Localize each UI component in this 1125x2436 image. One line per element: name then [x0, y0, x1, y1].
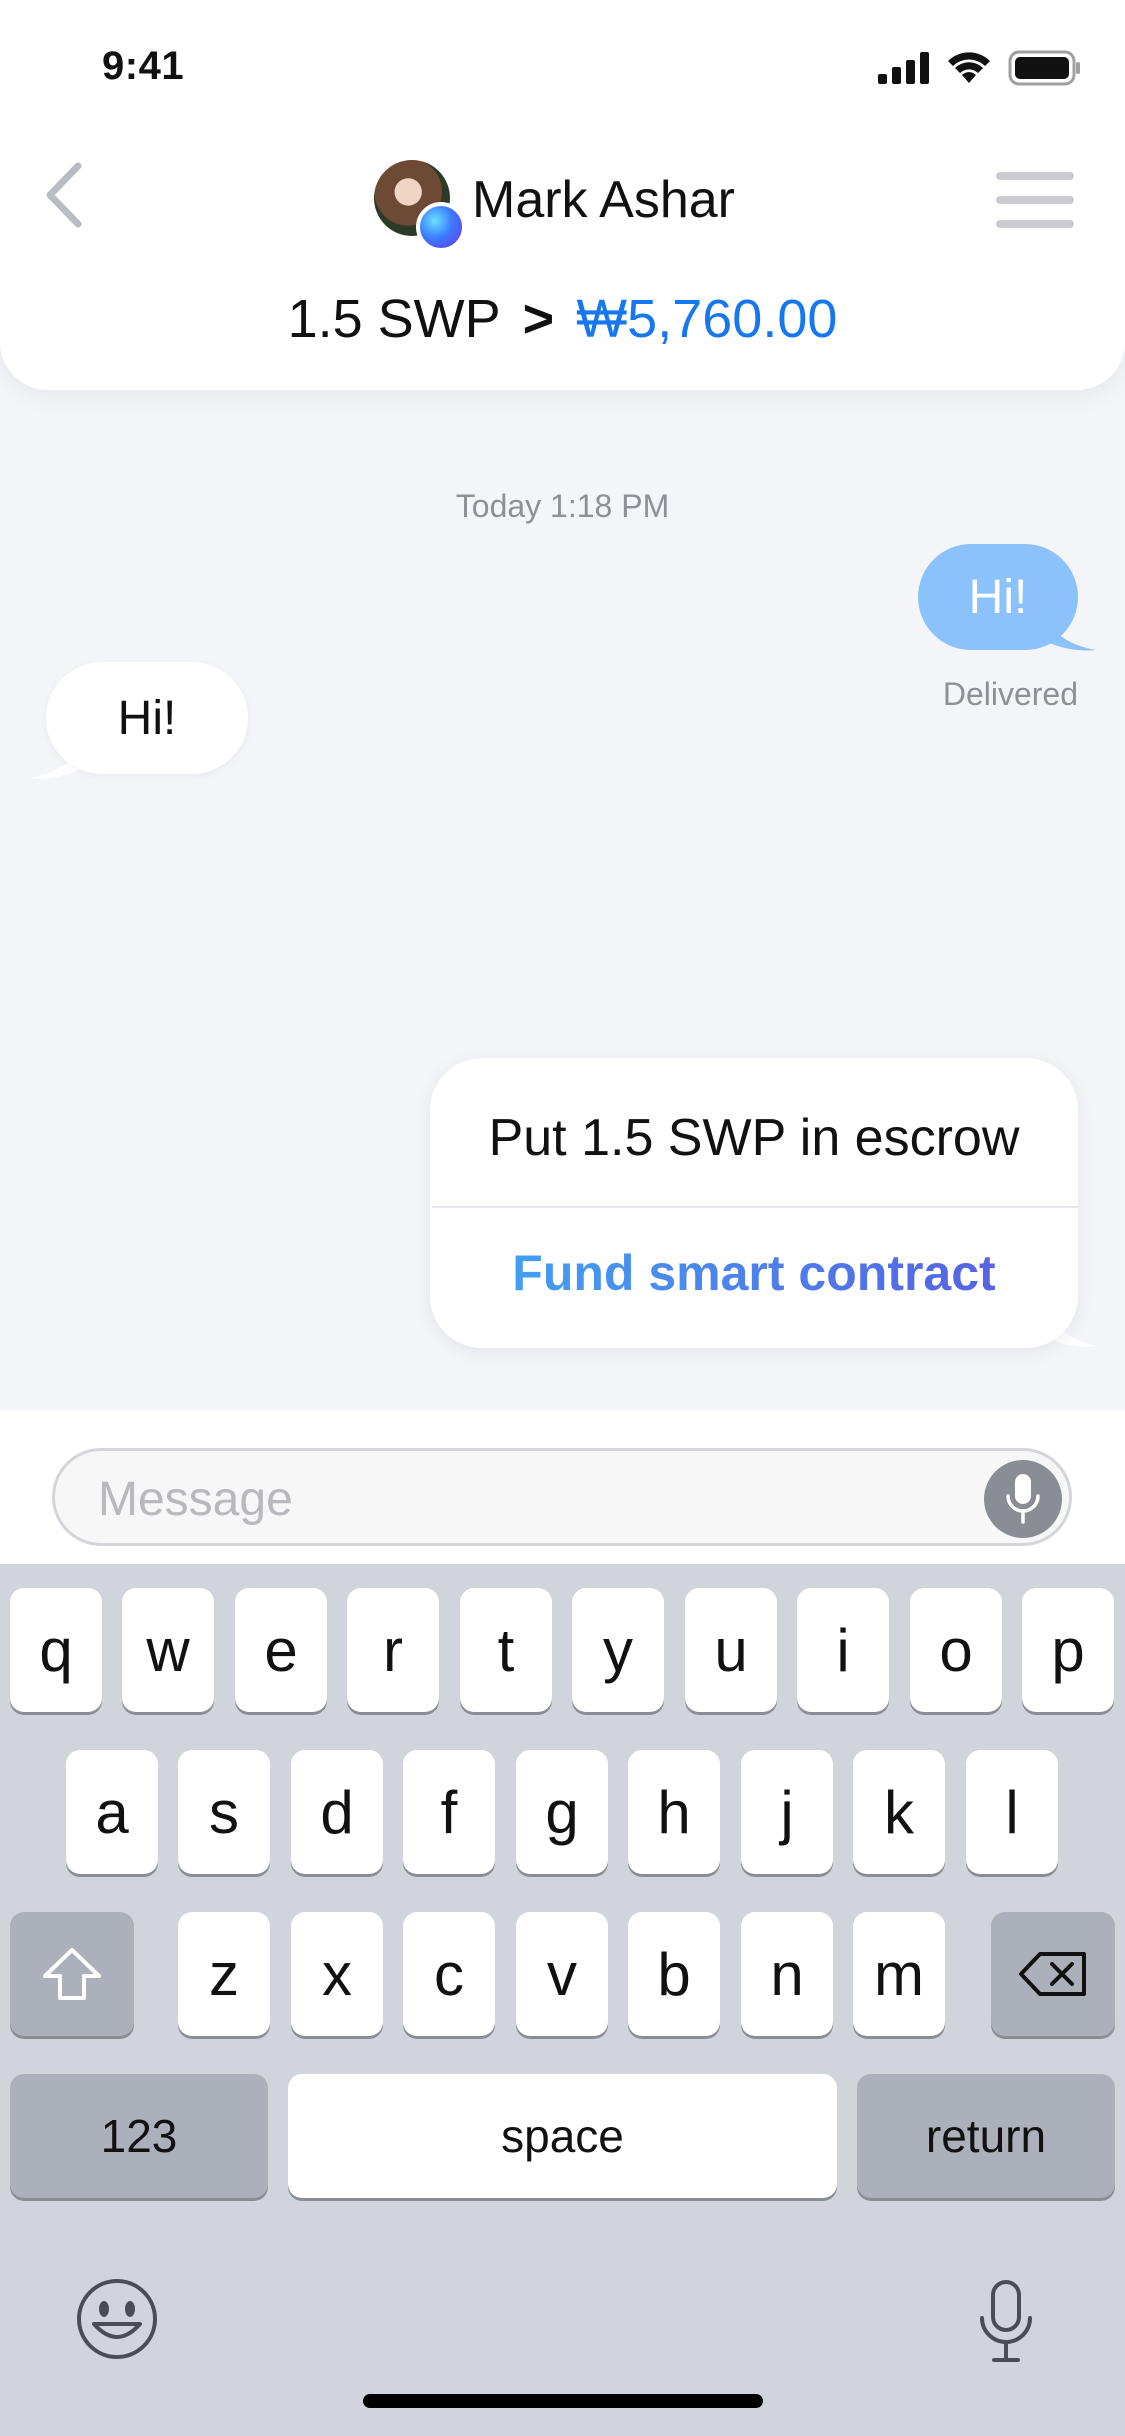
key-c[interactable]: c [403, 1912, 495, 2036]
key-m[interactable]: m [853, 1912, 945, 2036]
wifi-icon [948, 52, 990, 83]
status-time: 9:41 [102, 44, 185, 88]
backspace-icon [1019, 1952, 1086, 1996]
numbers-key[interactable]: 123 [10, 2074, 268, 2198]
return-key[interactable]: return [857, 2074, 1115, 2198]
rate-amount: 1.5 SWP [287, 289, 501, 349]
message-timestamp: Today 1:18 PM [455, 488, 670, 524]
exchange-rate: 1.5 SWP > ₩5,760.00 [0, 288, 1125, 350]
key-x[interactable]: x [291, 1912, 383, 2036]
menu-button[interactable] [996, 172, 1074, 228]
key-w[interactable]: w [122, 1588, 214, 1712]
contact-name[interactable]: Mark Ashar [472, 170, 735, 230]
status-icons [878, 48, 1082, 88]
key-k[interactable]: k [853, 1750, 945, 1874]
key-y[interactable]: y [572, 1588, 664, 1712]
escrow-card-title: Put 1.5 SWP in escrow [488, 1109, 1020, 1167]
delete-key[interactable] [991, 1912, 1115, 2036]
key-e[interactable]: e [235, 1588, 327, 1712]
key-i[interactable]: i [797, 1588, 889, 1712]
incoming-message[interactable]: Hi! [46, 662, 248, 774]
key-f[interactable]: f [403, 1750, 495, 1874]
back-button[interactable] [40, 160, 90, 230]
rate-separator: > [522, 289, 555, 349]
delivery-status: Delivered [942, 676, 1078, 712]
battery-icon [1008, 50, 1080, 86]
signal-icon [878, 52, 929, 84]
keyboard-dictation-button[interactable] [976, 2278, 1036, 2368]
shift-key[interactable] [10, 1912, 134, 2036]
microphone-icon [1006, 1474, 1040, 1524]
key-o[interactable]: o [910, 1588, 1002, 1712]
key-z[interactable]: z [178, 1912, 270, 2036]
shift-icon [43, 1948, 101, 2000]
microphone-icon [980, 2280, 1032, 2362]
key-g[interactable]: g [516, 1750, 608, 1874]
key-q[interactable]: q [10, 1588, 102, 1712]
keyboard: q w e r t y u i o p a s d f g h j k l z … [0, 1564, 1125, 2436]
emoji-button[interactable] [74, 2276, 160, 2362]
message-input[interactable] [96, 1468, 960, 1530]
key-u[interactable]: u [685, 1588, 777, 1712]
chevron-left-icon [46, 162, 82, 228]
rate-converted: ₩5,760.00 [576, 289, 838, 349]
key-s[interactable]: s [178, 1750, 270, 1874]
wallet-badge-icon [416, 202, 466, 252]
emoji-icon [77, 2279, 157, 2359]
key-v[interactable]: v [516, 1912, 608, 2036]
key-l[interactable]: l [966, 1750, 1058, 1874]
menu-icon [996, 172, 1074, 180]
home-indicator[interactable] [363, 2394, 763, 2408]
space-key[interactable]: space [288, 2074, 837, 2198]
key-t[interactable]: t [460, 1588, 552, 1712]
key-j[interactable]: j [741, 1750, 833, 1874]
key-n[interactable]: n [741, 1912, 833, 2036]
key-h[interactable]: h [628, 1750, 720, 1874]
key-b[interactable]: b [628, 1912, 720, 2036]
key-d[interactable]: d [291, 1750, 383, 1874]
fund-smart-contract-button[interactable]: Fund smart contract [430, 1208, 1078, 1338]
dictation-button[interactable] [984, 1460, 1062, 1538]
key-a[interactable]: a [66, 1750, 158, 1874]
key-p[interactable]: p [1022, 1588, 1114, 1712]
key-r[interactable]: r [347, 1588, 439, 1712]
outgoing-message[interactable]: Hi! [918, 544, 1078, 650]
